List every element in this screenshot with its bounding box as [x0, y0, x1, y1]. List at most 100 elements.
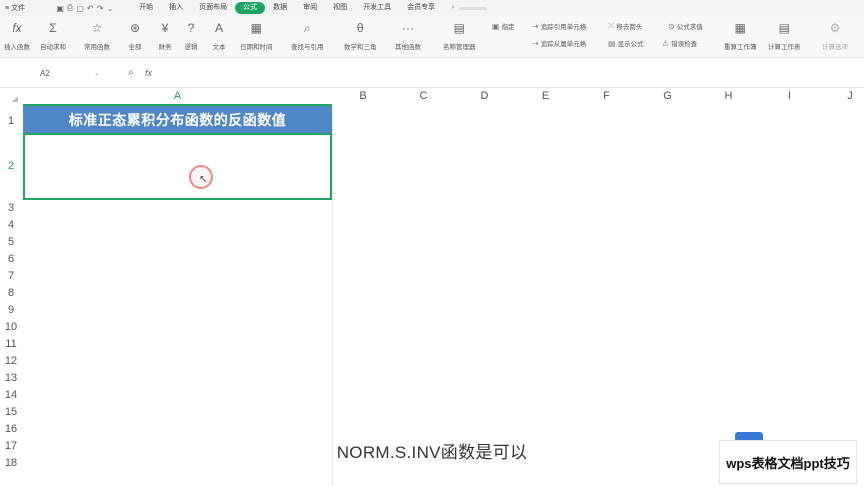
lookup-reference-button[interactable]: ⌕ 查找与引用	[291, 20, 324, 52]
row-header-16[interactable]: 16	[0, 423, 22, 435]
hamburger-icon: ≡	[5, 4, 10, 12]
menu-bar: ≡ 文件 ▣ ⎙ ▢ ↶ ↷ ⌄ 开始 插入 页面布局 公式 数据 审阅 视图 …	[0, 0, 864, 16]
row-header-10[interactable]: 10	[0, 321, 22, 333]
row-header-15[interactable]: 15	[0, 406, 22, 418]
trace-precedents-icon: ⇢	[532, 21, 539, 31]
tab-home[interactable]: 开始	[131, 2, 161, 14]
row-header-12[interactable]: 12	[0, 355, 22, 367]
tab-formulas[interactable]: 公式	[235, 2, 266, 14]
date-time-button[interactable]: ▦ 日期和时间	[240, 20, 273, 51]
row-header-13[interactable]: 13	[0, 372, 22, 384]
row-header-14[interactable]: 14	[0, 389, 22, 401]
row-header-6[interactable]: 6	[0, 253, 22, 265]
calc-options-icon: ⚙	[829, 21, 841, 35]
common-functions-button[interactable]: ☆ 常用函数	[84, 20, 110, 51]
row-header-7[interactable]: 7	[0, 270, 22, 282]
column-header-h[interactable]: H	[698, 88, 759, 105]
error-check-icon: ⚠	[662, 38, 670, 48]
row-header-4[interactable]: 4	[0, 219, 22, 231]
finance-icon: ¥	[161, 21, 169, 35]
column-header-i[interactable]: I	[759, 88, 820, 105]
show-formulas-button[interactable]: ▤ 显示公式	[608, 38, 644, 49]
error-check-button[interactable]: ⚠ 错误检查	[662, 38, 697, 49]
column-header-b[interactable]: B	[333, 88, 393, 105]
recalc-workbook-button[interactable]: ▦ 重算工作簿	[724, 20, 757, 51]
column-header-e[interactable]: E	[515, 88, 576, 105]
logic-button[interactable]: ? 逻辑	[183, 20, 199, 51]
define-name-button[interactable]: ▣ 指定	[492, 21, 515, 32]
watermark-text: wps表格文档ppt技巧	[726, 455, 850, 471]
spreadsheet-grid[interactable]: A B C D E F G H I J 1 2 3 4 5 6 7 8 9 10…	[0, 88, 864, 486]
date-icon: ▦	[250, 21, 262, 35]
column-header-d[interactable]: D	[454, 88, 515, 105]
finance-button[interactable]: ¥ 财务	[157, 20, 173, 51]
logic-icon: ?	[187, 21, 195, 35]
tab-member[interactable]: 会员专享	[399, 2, 443, 14]
file-menu[interactable]: ≡ 文件	[5, 3, 25, 13]
file-menu-label: 文件	[11, 5, 26, 12]
calc-options-button[interactable]: ⚙ 计算选项	[822, 20, 848, 51]
row-header-11[interactable]: 11	[0, 338, 22, 350]
search-bar	[459, 6, 488, 10]
row-header-5[interactable]: 5	[0, 236, 22, 248]
undo-icon[interactable]: ↶	[85, 4, 95, 13]
select-all-corner[interactable]	[12, 96, 18, 102]
tab-page-layout[interactable]: 页面布局	[191, 2, 235, 14]
search-box[interactable]: ⌕	[451, 4, 488, 12]
tab-insert[interactable]: 插入	[161, 2, 191, 14]
row-header-1[interactable]: 1	[0, 115, 22, 127]
math-icon: θ	[356, 21, 364, 35]
more-quick-icon[interactable]: ⌄	[105, 4, 115, 13]
selected-cell-a2[interactable]	[23, 133, 332, 200]
row-header-8[interactable]: 8	[0, 287, 22, 299]
text-icon: A	[214, 21, 223, 35]
column-header-g[interactable]: G	[637, 88, 698, 105]
math-trig-button[interactable]: θ 数学和三角	[344, 20, 377, 51]
column-divider	[332, 105, 333, 486]
recalc-icon: ▦	[734, 21, 746, 35]
column-header-c[interactable]: C	[393, 88, 454, 105]
remove-arrows-icon: ⤫	[608, 21, 615, 30]
name-box[interactable]: A2	[40, 69, 50, 78]
zoom-icon[interactable]: ⌕	[128, 67, 134, 78]
title-cell-a1[interactable]: 标准正态累积分布函数的反函数值	[23, 106, 332, 133]
preview-icon[interactable]: ▢	[75, 4, 85, 13]
tab-developer[interactable]: 开发工具	[355, 2, 399, 14]
tab-review[interactable]: 审阅	[295, 2, 325, 14]
other-functions-button[interactable]: ··· 其他函数	[395, 20, 421, 51]
trace-dependents-button[interactable]: ⇢ 追踪从属单元格	[532, 38, 586, 49]
redo-icon[interactable]: ↷	[95, 4, 105, 13]
tab-view[interactable]: 视图	[325, 2, 355, 14]
column-header-f[interactable]: F	[576, 88, 637, 105]
row-header-3[interactable]: 3	[0, 202, 22, 214]
calc-sheet-button[interactable]: ▤ 计算工作表	[768, 20, 801, 51]
evaluate-icon: ⊙	[668, 21, 675, 31]
name-manager-icon: ▤	[453, 21, 465, 35]
print-icon[interactable]: ⎙	[65, 3, 75, 13]
row-header-2[interactable]: 2	[0, 160, 22, 172]
star-icon: ☆	[91, 21, 103, 35]
name-manager-button[interactable]: ▤ 名称管理器	[443, 20, 476, 51]
column-header-j[interactable]: J	[820, 88, 864, 105]
column-header-a[interactable]: A	[23, 88, 332, 105]
insert-function-button[interactable]: fx 插入函数	[4, 20, 30, 51]
trace-dependents-icon: ⇢	[532, 38, 539, 48]
row-header-9[interactable]: 9	[0, 304, 22, 316]
text-functions-button[interactable]: A 文本	[211, 20, 227, 51]
more-icon: ···	[402, 21, 414, 35]
watermark: wps表格文档ppt技巧	[719, 440, 857, 484]
tab-data[interactable]: 数据	[265, 2, 295, 14]
autosum-button[interactable]: Σ 自动求和	[40, 20, 66, 51]
ribbon: fx 插入函数 Σ 自动求和 ☆ 常用函数 ⊛ 全部 ¥ 财务 ? 逻辑 A 文…	[0, 16, 864, 58]
trace-precedents-button[interactable]: ⇢ 追踪引用单元格	[532, 21, 586, 32]
fx-icon: fx	[12, 21, 22, 35]
save-icon[interactable]: ▣	[55, 4, 65, 13]
name-box-dropdown-icon[interactable]: ⌄	[94, 69, 100, 77]
fx-formula-icon[interactable]: fx	[145, 68, 152, 78]
remove-arrows-button[interactable]: ⤫ 移去箭头	[608, 21, 642, 31]
all-functions-button[interactable]: ⊛ 全部	[127, 20, 143, 51]
sigma-icon: Σ	[49, 21, 57, 35]
caption-text: NORM.S.INV函数是可以	[336, 443, 528, 462]
lookup-icon: ⌕	[303, 20, 311, 35]
evaluate-formula-button[interactable]: ⊙ 公式求值	[668, 21, 703, 32]
